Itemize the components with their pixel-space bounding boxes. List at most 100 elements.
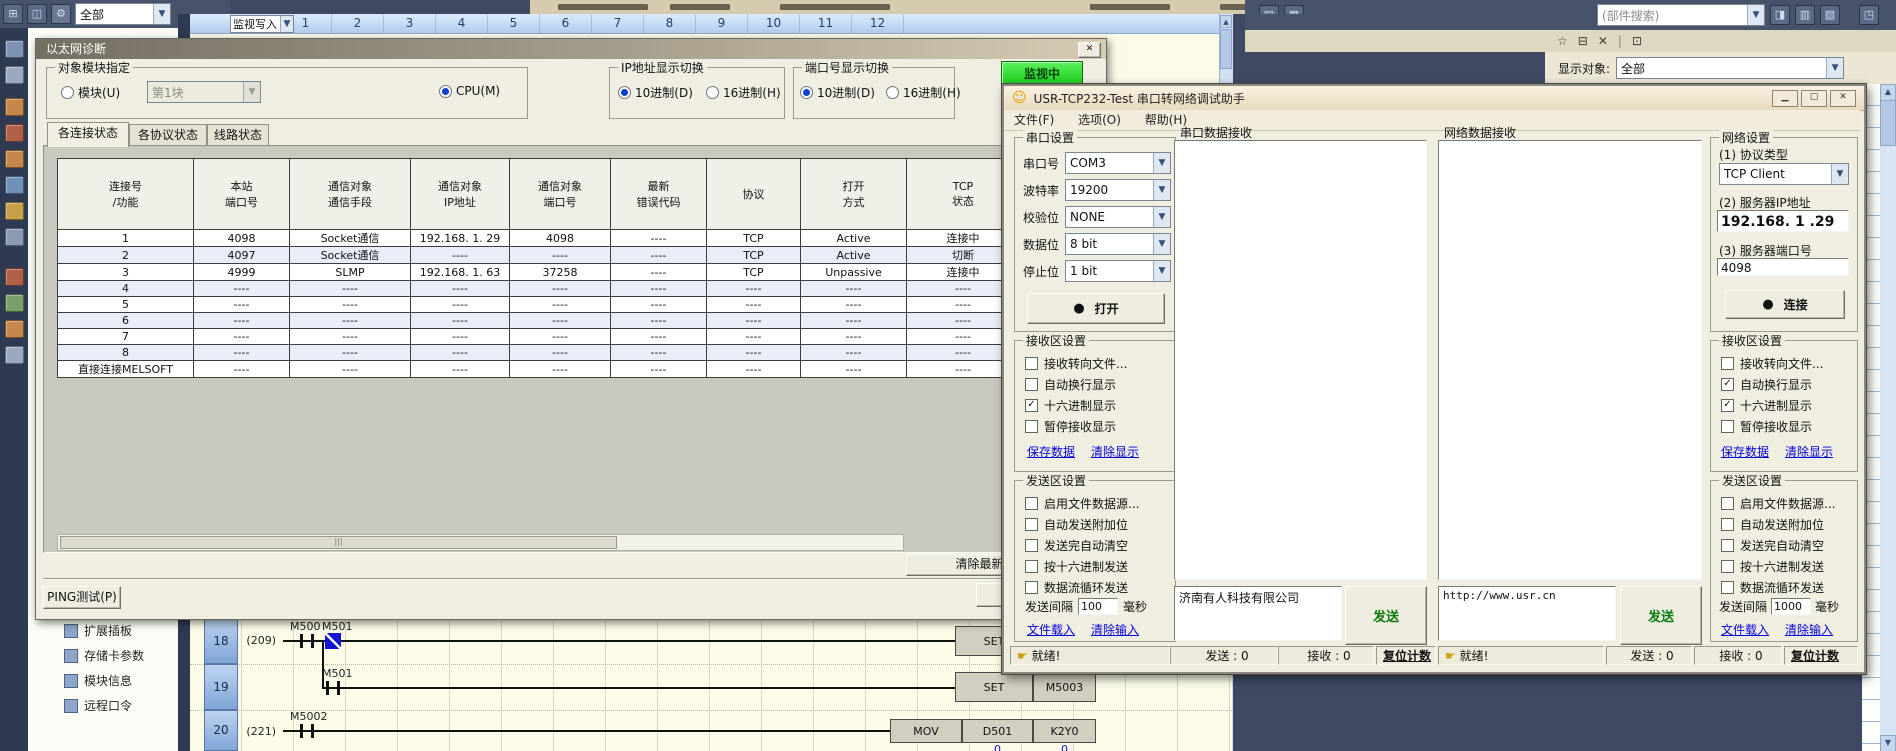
reset-count-net[interactable]: 复位计数 (1784, 646, 1858, 665)
radio-selected-icon[interactable] (800, 86, 813, 99)
radio-icon[interactable] (61, 86, 74, 99)
checkbox-row[interactable]: 自动换行显示 (1721, 376, 1812, 392)
checkbox-row[interactable]: 自动换行显示 (1025, 376, 1116, 392)
panel-vscrollbar[interactable]: ▲ ▼ (1880, 84, 1896, 751)
save-data-link[interactable]: 保存数据 (1721, 443, 1769, 460)
close-icon[interactable]: ✕ (1598, 34, 1608, 48)
setting-combo[interactable]: COM3▼ (1065, 152, 1171, 174)
table-hscrollbar[interactable]: ||| (57, 534, 904, 551)
radio-selected-icon[interactable] (618, 86, 631, 99)
setting-combo[interactable]: 19200▼ (1065, 179, 1171, 201)
chevron-down-icon[interactable]: ▼ (153, 4, 170, 24)
cpu-radio[interactable]: CPU(M) (439, 84, 500, 98)
chevron-down-icon[interactable]: ▼ (1747, 5, 1764, 25)
checkbox-icon[interactable] (1025, 560, 1038, 573)
checkbox-checked-icon[interactable] (1025, 399, 1038, 412)
panel-icon[interactable]: ◫ (27, 4, 47, 24)
structured-icon[interactable] (5, 294, 24, 312)
scroll-up-icon[interactable]: ▲ (1880, 84, 1896, 101)
checkbox-row[interactable]: 发送完自动清空 (1025, 537, 1128, 553)
ip-hex-radio[interactable]: 16进制(H) (706, 84, 781, 101)
checkbox-row[interactable]: 暂停接收显示 (1721, 418, 1812, 434)
proto-combo[interactable]: TCP Client ▼ (1719, 163, 1849, 185)
load-file-link[interactable]: 文件载入 (1721, 621, 1769, 638)
tree-item-extension[interactable]: 扩展插板 (64, 622, 132, 639)
program-icon[interactable] (5, 124, 24, 142)
clear-display-link[interactable]: 清除显示 (1785, 443, 1833, 460)
memory-icon[interactable] (5, 228, 24, 246)
setting-combo[interactable]: 8 bit▼ (1065, 233, 1171, 255)
checkbox-row[interactable]: 十六进制显示 (1025, 397, 1116, 413)
server-port-input[interactable]: 4098 (1717, 258, 1849, 276)
module-icon[interactable] (5, 66, 24, 84)
checkbox-icon[interactable] (1721, 518, 1734, 531)
chevron-down-icon[interactable]: ▼ (1153, 180, 1170, 200)
checkbox-icon[interactable] (1025, 518, 1038, 531)
display-target-combo[interactable]: 全部 ▼ (1616, 57, 1844, 79)
tab-protocol-status[interactable]: 各协议状态 (129, 124, 207, 147)
rung-number[interactable]: 18 (204, 618, 238, 664)
comment-icon[interactable] (5, 176, 24, 194)
radio-icon[interactable] (706, 86, 719, 99)
checkbox-row[interactable]: 接收转向文件... (1025, 355, 1127, 371)
label-icon[interactable] (5, 150, 24, 168)
chevron-down-icon[interactable]: ▼ (1153, 261, 1170, 281)
checkbox-row[interactable]: 接收转向文件... (1721, 355, 1823, 371)
ip-dec-radio[interactable]: 10进制(D) (618, 84, 693, 101)
dock-icon[interactable]: ⊡ (1632, 34, 1642, 48)
checkbox-row[interactable]: 启用文件数据源... (1721, 495, 1835, 511)
checkbox-checked-icon[interactable] (1721, 378, 1734, 391)
checkbox-icon[interactable] (1721, 581, 1734, 594)
checkbox-icon[interactable] (1025, 357, 1038, 370)
tree-item-password[interactable]: 远程口令 (64, 697, 132, 714)
close-icon[interactable]: ✕ (1078, 42, 1101, 58)
fb-icon[interactable] (5, 268, 24, 286)
checkbox-icon[interactable] (1721, 420, 1734, 433)
setting-combo[interactable]: 1 bit▼ (1065, 260, 1171, 282)
serial-recv-area[interactable] (1174, 140, 1427, 580)
minimize-icon[interactable]: ▁ (1772, 90, 1798, 107)
connect-button[interactable]: ● 连接 (1725, 290, 1845, 319)
window-layout-icon[interactable]: ⊞ (3, 4, 23, 24)
checkbox-row[interactable]: 数据流循环发送 (1721, 579, 1824, 595)
checkbox-row[interactable]: 启用文件数据源... (1025, 495, 1139, 511)
reset-count-serial[interactable]: 复位计数 (1376, 646, 1436, 665)
checkbox-icon[interactable] (1025, 497, 1038, 510)
net-recv-area[interactable] (1438, 140, 1702, 580)
checkbox-icon[interactable] (1025, 420, 1038, 433)
collapse-icon[interactable]: ⊟ (1578, 34, 1588, 48)
grid-icon[interactable]: ▧ (1820, 5, 1840, 25)
scroll-thumb[interactable] (1220, 29, 1232, 69)
clear-input-link[interactable]: 清除输入 (1091, 621, 1139, 638)
save-data-link[interactable]: 保存数据 (1027, 443, 1075, 460)
close-icon[interactable]: ✕ (1830, 90, 1856, 107)
ping-test-button[interactable]: PING测试(P) (43, 586, 121, 609)
chevron-down-icon[interactable]: ▼ (1153, 234, 1170, 254)
rung-number[interactable]: 20 (204, 710, 238, 751)
checkbox-icon[interactable] (1721, 539, 1734, 552)
checkbox-row[interactable]: 十六进制显示 (1721, 397, 1812, 413)
project-icon[interactable] (5, 40, 24, 58)
gear-icon[interactable]: ⚙ (51, 4, 71, 24)
checkbox-icon[interactable] (1025, 581, 1038, 594)
scroll-thumb[interactable] (1880, 100, 1896, 146)
checkbox-row[interactable]: 按十六进制发送 (1025, 558, 1128, 574)
open-serial-button[interactable]: ● 打开 (1027, 293, 1165, 324)
tab-line-status[interactable]: 线路状态 (207, 124, 269, 147)
module-radio[interactable]: 模块(U) (61, 84, 120, 101)
tab-connection-status[interactable]: 各连接状态 (47, 122, 129, 147)
serial-send-button[interactable]: 发送 (1345, 586, 1427, 645)
find-icon[interactable]: ◨ (1770, 5, 1790, 25)
load-file-link[interactable]: 文件载入 (1027, 621, 1075, 638)
checkbox-icon[interactable] (1721, 560, 1734, 573)
checkbox-row[interactable]: 发送完自动清空 (1721, 537, 1824, 553)
checkbox-row[interactable]: 自动发送附加位 (1025, 516, 1128, 532)
clear-display-link[interactable]: 清除显示 (1091, 443, 1139, 460)
tree-item-moduleinfo[interactable]: 模块信息 (64, 672, 132, 689)
chevron-down-icon[interactable]: ▼ (1831, 164, 1848, 184)
net-send-input[interactable]: http://www.usr.cn (1438, 586, 1616, 641)
device-icon[interactable] (5, 98, 24, 116)
clear-input-link[interactable]: 清除输入 (1785, 621, 1833, 638)
menu-file[interactable]: 文件(F) (1004, 110, 1064, 130)
checkbox-row[interactable]: 自动发送附加位 (1721, 516, 1824, 532)
